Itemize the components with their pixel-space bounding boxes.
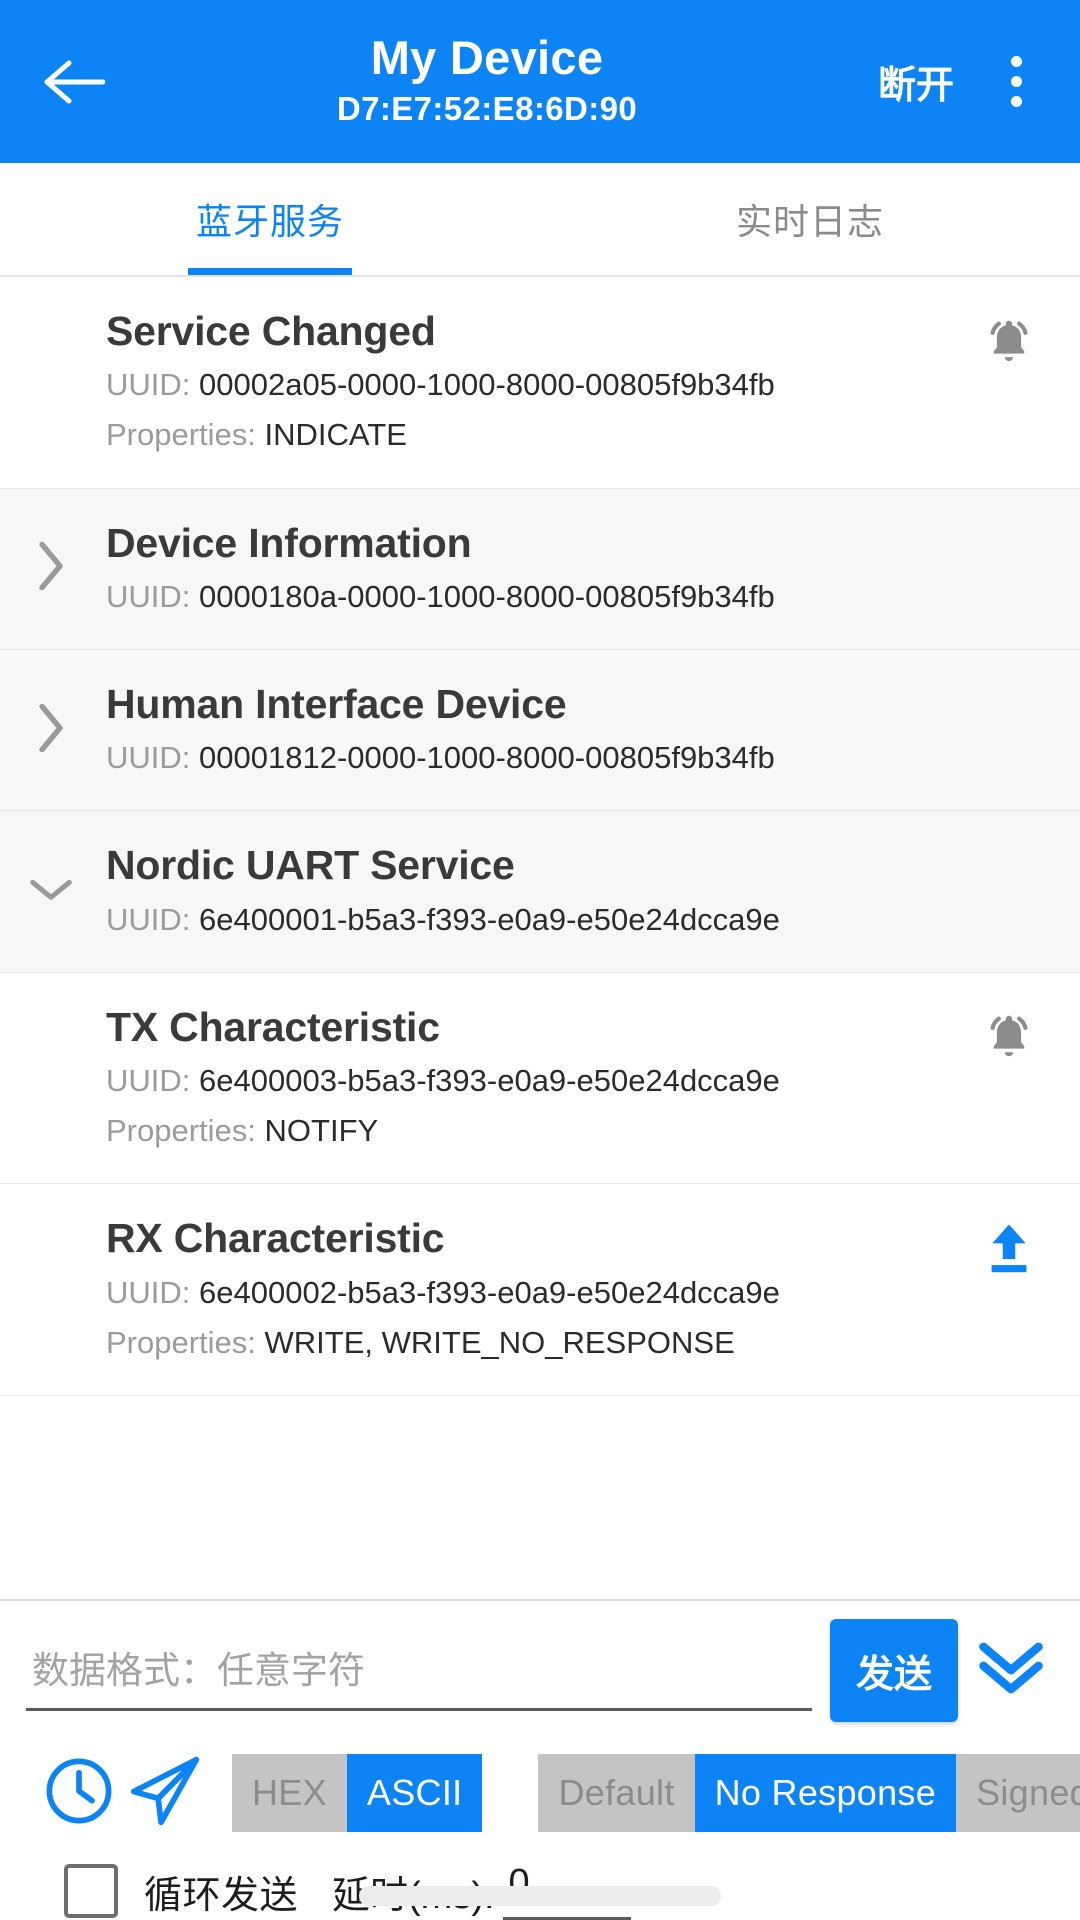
service-name: Service Changed [106,308,436,354]
paper-plane-icon [125,1754,205,1833]
page-title: My Device [370,30,604,84]
uuid-label: UUID: [106,740,191,776]
characteristic-properties-line: Properties: WRITE, WRITE_NO_RESPONSE [106,1321,1046,1365]
service-uuid-line: UUID: 00002a05-0000-1000-8000-00805f9b34… [106,363,1046,407]
collapse-toggle[interactable] [24,865,78,919]
expand-composer-button[interactable] [968,1628,1054,1714]
chevron-right-icon [34,701,68,760]
app-bar: My Device D7:E7:52:E8:6D:90 断开 [0,0,1080,163]
quick-send-button[interactable] [122,1750,208,1836]
uuid-value: 6e400003-b5a3-f393-e0a9-e50e24dcca9e [199,1063,780,1099]
characteristic-name: RX Characteristic [106,1215,445,1262]
tab-realtime-log[interactable]: 实时日志 [540,163,1080,275]
uuid-value: 00001812-0000-1000-8000-00805f9b34fb [199,740,775,776]
service-uuid-line: UUID: 6e400001-b5a3-f393-e0a9-e50e24dcca… [106,898,1046,942]
upload-icon [981,1220,1037,1283]
list-item-rx-characteristic[interactable]: RX Characteristic UUID: 6e400002-b5a3-f3… [0,1184,1080,1396]
loop-send-label: 循环发送 [144,1874,299,1917]
home-indicator [359,1886,721,1906]
tab-bluetooth-services[interactable]: 蓝牙服务 [0,163,540,275]
uuid-label: UUID: [106,901,191,937]
disconnect-button[interactable]: 断开 [862,44,970,119]
service-name: Human Interface Device [106,680,567,727]
loop-send-checkbox[interactable] [64,1864,118,1918]
uuid-label: UUID: [106,1274,191,1310]
double-chevron-down-icon [975,1635,1047,1706]
properties-value: INDICATE [264,417,407,453]
write-button[interactable] [976,1218,1042,1284]
uuid-value: 00002a05-0000-1000-8000-00805f9b34fb [199,367,775,403]
properties-label: Properties: [106,1324,256,1360]
list-item-tx-characteristic[interactable]: TX Characteristic UUID: 6e400003-b5a3-f3… [0,973,1080,1185]
overflow-menu-button[interactable] [978,34,1054,130]
data-format-segmented-control: HEX ASCII [232,1754,483,1832]
expand-toggle[interactable] [24,539,78,598]
format-option-hex[interactable]: HEX [232,1754,347,1832]
composer-tools-row: HEX ASCII Default No Response Signed [26,1750,1080,1836]
list-item-human-interface-device[interactable]: Human Interface Device UUID: 00001812-00… [0,649,1080,812]
tab-bar: 蓝牙服务 实时日志 [0,163,1080,277]
list-item-nordic-uart-service[interactable]: Nordic UART Service UUID: 6e400001-b5a3-… [0,811,1080,973]
bluetooth-device-screen: My Device D7:E7:52:E8:6D:90 断开 蓝牙服务 实时日志… [0,0,1080,1920]
properties-value: WRITE, WRITE_NO_RESPONSE [264,1324,735,1360]
data-composer-panel: 发送 [0,1599,1080,1920]
chevron-right-icon [34,539,68,598]
chevron-down-icon [26,872,76,911]
write-mode-segmented-control: Default No Response Signed [538,1754,1080,1832]
service-name: Device Information [106,519,472,566]
service-uuid-line: UUID: 00001812-0000-1000-8000-00805f9b34… [106,736,1046,780]
uuid-value: 0000180a-0000-1000-8000-00805f9b34fb [199,578,775,614]
arrow-left-icon [43,57,105,107]
uuid-label: UUID: [106,367,191,403]
composer-input-row: 发送 [26,1619,1054,1722]
notify-toggle-button[interactable] [976,1007,1042,1073]
characteristic-uuid-line: UUID: 6e400003-b5a3-f393-e0a9-e50e24dcca… [106,1059,1046,1103]
uuid-value: 6e400001-b5a3-f393-e0a9-e50e24dcca9e [199,901,780,937]
write-mode-default[interactable]: Default [538,1754,695,1832]
bell-ring-icon [980,313,1038,376]
characteristic-properties-line: Properties: NOTIFY [106,1109,1046,1153]
write-mode-signed[interactable]: Signed [956,1754,1080,1832]
write-mode-no-response[interactable]: No Response [694,1754,957,1832]
properties-label: Properties: [106,417,256,453]
expand-toggle[interactable] [24,703,78,757]
list-item-device-information[interactable]: Device Information UUID: 0000180a-0000-1… [0,488,1080,650]
service-list: Service Changed UUID: 00002a05-0000-1000… [0,277,1080,1599]
service-properties-line: Properties: INDICATE [106,413,1046,457]
service-uuid-line: UUID: 0000180a-0000-1000-8000-00805f9b34… [106,575,1046,619]
data-input[interactable] [26,1630,812,1711]
clock-icon [42,1754,116,1833]
format-option-ascii[interactable]: ASCII [346,1754,483,1832]
properties-label: Properties: [106,1113,256,1149]
uuid-label: UUID: [106,1063,191,1099]
properties-value: NOTIFY [264,1113,379,1149]
notify-toggle-button[interactable] [976,311,1042,377]
back-button[interactable] [26,34,122,130]
history-button[interactable] [36,1750,122,1836]
uuid-value: 6e400002-b5a3-f393-e0a9-e50e24dcca9e [199,1274,780,1310]
uuid-label: UUID: [106,578,191,614]
list-item-service-changed[interactable]: Service Changed UUID: 00002a05-0000-1000… [0,277,1080,489]
send-button[interactable]: 发送 [829,1619,958,1722]
characteristic-uuid-line: UUID: 6e400002-b5a3-f393-e0a9-e50e24dcca… [106,1271,1046,1315]
bell-ring-icon [980,1008,1038,1071]
device-mac-address: D7:E7:52:E8:6D:90 [336,90,638,128]
characteristic-name: TX Characteristic [106,1003,440,1050]
device-title-block: My Device D7:E7:52:E8:6D:90 [112,30,862,132]
more-vertical-icon [1010,56,1022,107]
service-name: Nordic UART Service [106,842,515,889]
